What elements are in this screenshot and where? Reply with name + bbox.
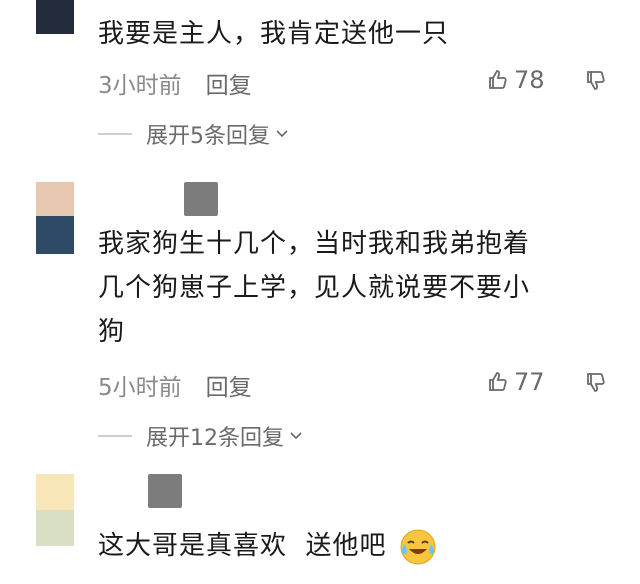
avatar[interactable] bbox=[36, 182, 74, 254]
comment-meta: 5小时前 回复 bbox=[98, 368, 252, 402]
avatar-image bbox=[36, 216, 74, 254]
comment-text: 我家狗生十几个，当时我和我弟抱着 几个狗崽子上学，见人就说要不要小 狗 bbox=[98, 222, 618, 354]
username-mosaic bbox=[148, 474, 182, 508]
dislike-button[interactable] bbox=[584, 68, 608, 96]
reply-button[interactable]: 回复 bbox=[206, 73, 252, 99]
username-mosaic bbox=[184, 182, 218, 216]
expand-label: 展开5条回复 bbox=[146, 124, 270, 149]
avatar-image bbox=[36, 0, 74, 34]
avatar-image bbox=[36, 474, 74, 510]
reply-button[interactable]: 回复 bbox=[206, 375, 252, 401]
chevron-down-icon bbox=[276, 130, 288, 138]
avatar-image bbox=[36, 182, 74, 216]
comment-time: 5小时前 bbox=[98, 375, 182, 401]
laughing-crying-emoji-icon bbox=[400, 529, 436, 564]
expand-replies[interactable]: 展开5条回复 bbox=[98, 118, 290, 150]
expand-label: 展开12条回复 bbox=[146, 426, 284, 451]
avatar-image bbox=[36, 510, 74, 546]
comment-text: 这大哥是真喜欢 送他吧 bbox=[98, 524, 618, 568]
like-button[interactable]: 78 bbox=[486, 66, 545, 94]
divider bbox=[98, 435, 132, 437]
thumbs-down-icon bbox=[587, 71, 605, 90]
like-button[interactable]: 77 bbox=[486, 368, 545, 396]
dislike-button[interactable] bbox=[584, 370, 608, 398]
comment-text: 我要是主人，我肯定送他一只 bbox=[98, 19, 450, 49]
avatar[interactable] bbox=[36, 474, 74, 546]
avatar[interactable] bbox=[36, 0, 74, 34]
like-count: 78 bbox=[514, 66, 545, 94]
chevron-down-icon bbox=[290, 432, 302, 440]
comment-line: 这大哥是真喜欢 送他吧 bbox=[98, 531, 387, 561]
divider bbox=[98, 133, 132, 135]
thumbs-up-icon bbox=[489, 372, 507, 391]
like-count: 77 bbox=[514, 368, 545, 396]
comment-line: 几个狗崽子上学，见人就说要不要小 bbox=[98, 273, 531, 303]
thumbs-up-icon bbox=[489, 70, 507, 89]
comment-line: 狗 bbox=[98, 317, 126, 347]
comment-meta: 3小时前 回复 bbox=[98, 66, 252, 100]
comment-time: 3小时前 bbox=[98, 73, 182, 99]
thumbs-down-icon bbox=[587, 373, 605, 392]
expand-replies[interactable]: 展开12条回复 bbox=[98, 420, 304, 452]
comment-line: 我家狗生十几个，当时我和我弟抱着 bbox=[98, 229, 531, 259]
